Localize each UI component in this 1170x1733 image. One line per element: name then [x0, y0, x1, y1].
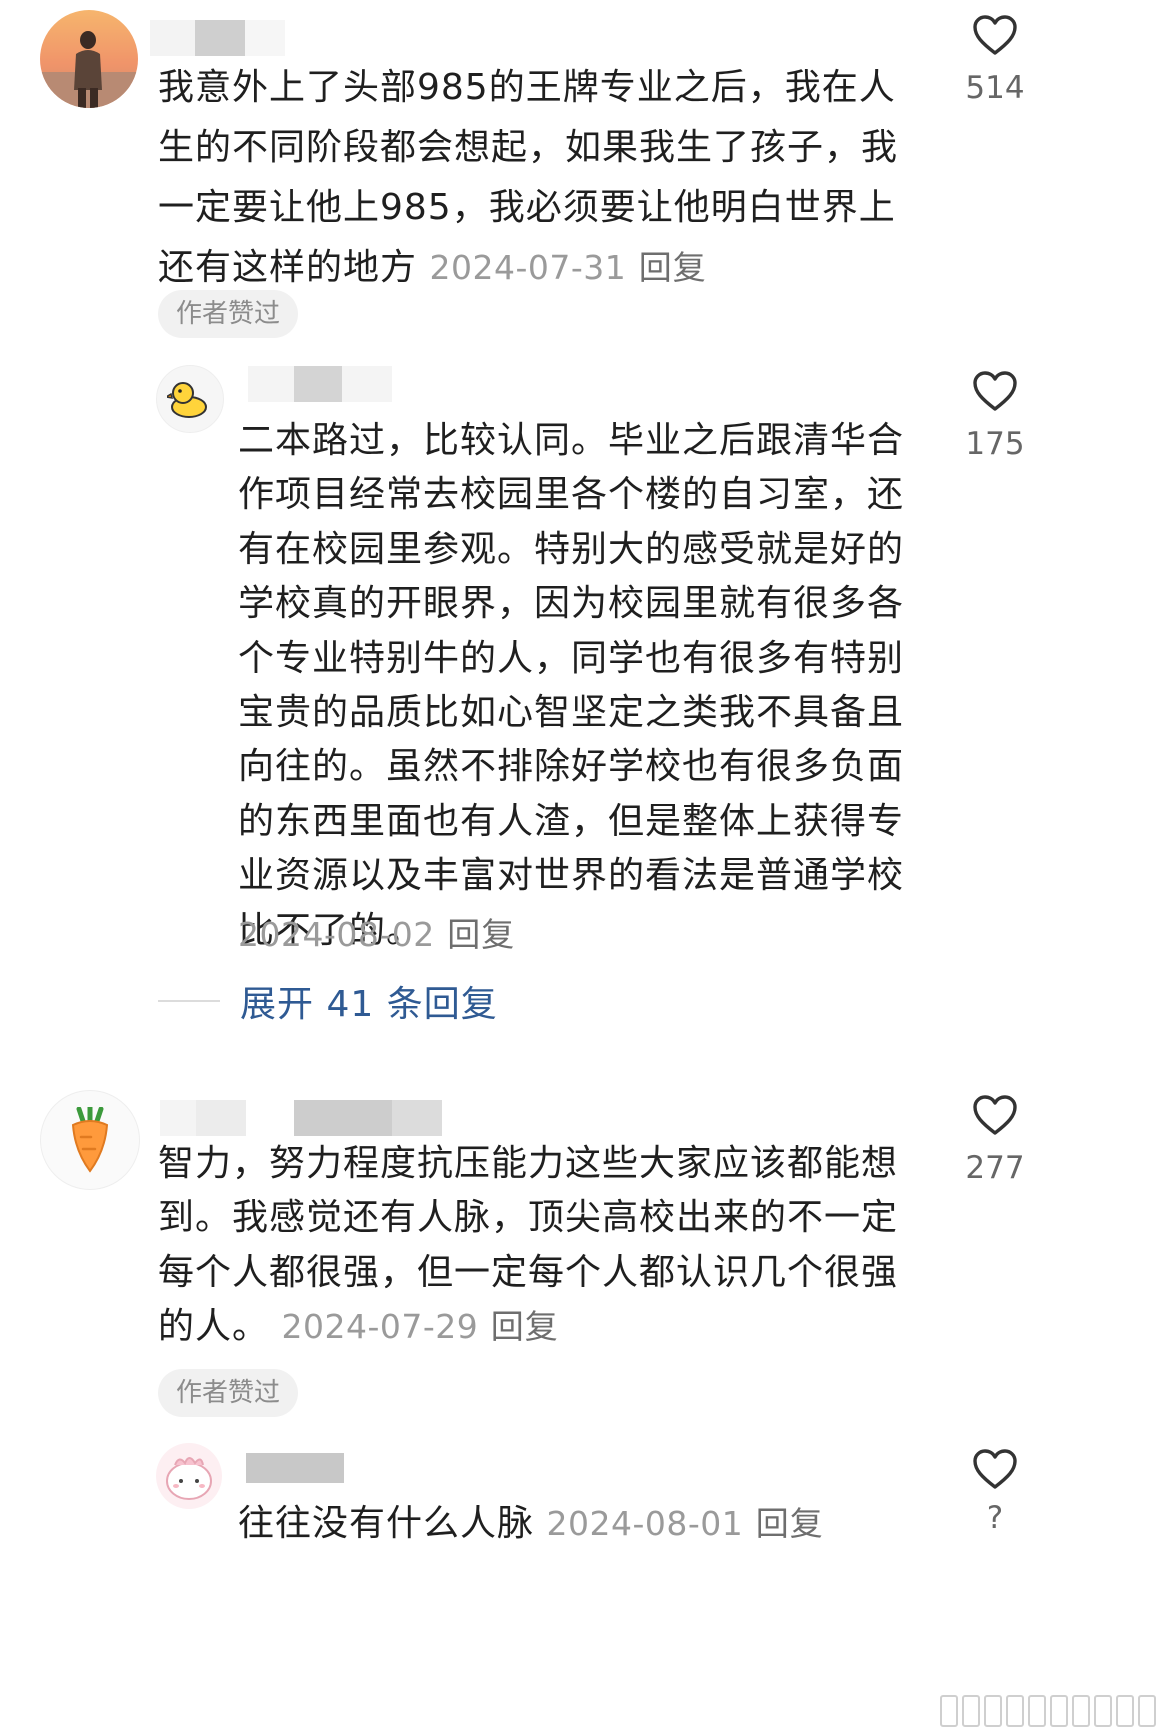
like-button[interactable]: 514	[950, 14, 1040, 106]
reply-button[interactable]: 回复	[639, 248, 707, 287]
author-liked-badge: 作者赞过	[158, 290, 299, 338]
like-count: 175	[965, 426, 1025, 462]
comment-date: 2024-07-31	[429, 248, 627, 287]
like-count: 514	[965, 70, 1025, 106]
reply-button[interactable]: 回复	[491, 1307, 559, 1346]
person-sunset-avatar[interactable]	[40, 10, 138, 108]
like-button[interactable]: 277	[950, 1094, 1040, 1186]
username-redacted[interactable]	[248, 366, 392, 402]
username-redacted[interactable]	[160, 1100, 442, 1136]
reply-date: 2024-08-02	[238, 915, 435, 954]
like-button[interactable]: 175	[950, 370, 1040, 462]
reply-text: 往往没有什么人脉 2024-08-01 回复	[238, 1494, 938, 1554]
heart-icon	[973, 15, 1017, 55]
duck-avatar[interactable]	[156, 365, 224, 433]
comment-date: 2024-07-29	[281, 1307, 479, 1347]
reply-meta: 2024-08-02 回复	[238, 905, 515, 965]
expand-replies[interactable]: 展开 41 条回复	[158, 975, 498, 1027]
carrot-avatar[interactable]	[40, 1090, 140, 1190]
username-redacted[interactable]	[246, 1453, 344, 1489]
reply-date: 2024-08-01	[546, 1504, 744, 1543]
heart-icon	[973, 371, 1017, 411]
expand-replies-label[interactable]: 展开 41 条回复	[240, 975, 498, 1027]
comment-text: 我意外上了头部985的王牌专业之后，我在人生的不同阶段都会想起，如果我生了孩子，…	[158, 58, 903, 298]
like-count: 277	[965, 1150, 1025, 1186]
heart-icon	[973, 1449, 1017, 1489]
like-button[interactable]: ?	[950, 1448, 1040, 1536]
pink-cartoon-avatar[interactable]	[156, 1443, 222, 1509]
watermark-logo	[940, 1695, 1156, 1727]
reply-body: 往往没有什么人脉	[238, 1503, 535, 1544]
username-redacted[interactable]	[150, 20, 285, 56]
reply-body: 二本路过，比较认同。毕业之后跟清华合作项目经常去校园里各个楼的自习室，还有在校园…	[238, 420, 905, 951]
reply-button[interactable]: 回复	[447, 915, 515, 954]
reply-button[interactable]: 回复	[756, 1504, 824, 1543]
divider	[158, 1000, 220, 1002]
comment-text: 智力，努力程度抗压能力这些大家应该都能想到。我感觉还有人脉，顶尖高校出来的不一定…	[158, 1137, 903, 1355]
like-count: ?	[986, 1500, 1004, 1536]
author-liked-badge: 作者赞过	[158, 1369, 299, 1417]
reply-text: 二本路过，比较认同。毕业之后跟清华合作项目经常去校园里各个楼的自习室，还有在校园…	[238, 414, 906, 958]
heart-icon	[973, 1095, 1017, 1135]
